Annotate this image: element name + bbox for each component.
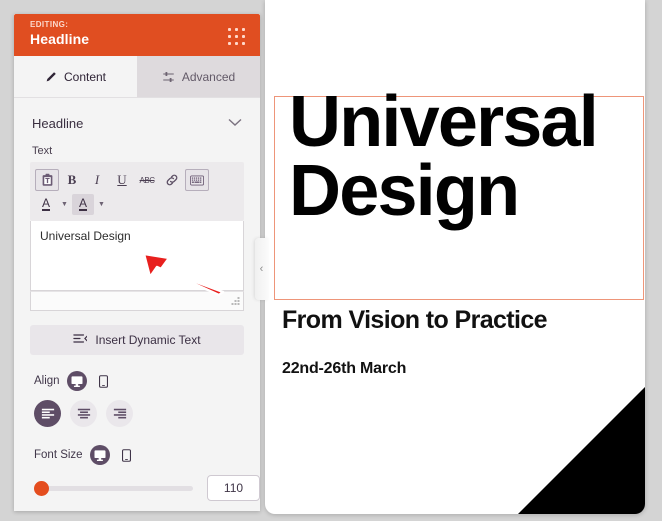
mobile-icon[interactable] bbox=[117, 445, 137, 465]
highlight-color-icon[interactable]: A bbox=[72, 193, 94, 215]
align-options bbox=[14, 391, 260, 427]
canvas-subheadline-text[interactable]: From Vision to Practice bbox=[282, 306, 548, 335]
headline-section-header[interactable]: Headline bbox=[14, 98, 260, 132]
canvas-headline-text[interactable]: Universal Design bbox=[289, 86, 599, 227]
highlight-color-dropdown-icon[interactable]: ▼ bbox=[95, 193, 108, 215]
rich-text-toolbar: B I U ABC A ▼ A ▼ bbox=[30, 162, 244, 221]
font-size-slider-row bbox=[14, 465, 260, 501]
design-canvas[interactable]: Universal Design From Vision to Practice… bbox=[265, 0, 645, 514]
align-control-header: Align bbox=[14, 355, 260, 391]
panel-header: EDITING: Headline bbox=[14, 14, 260, 56]
font-size-label: Font Size bbox=[34, 449, 83, 461]
canvas-dateline-text[interactable]: 22nd-26th March bbox=[282, 360, 406, 378]
grid-dots-icon[interactable] bbox=[228, 28, 246, 46]
underline-icon[interactable]: U bbox=[110, 169, 134, 191]
align-left-icon[interactable] bbox=[34, 400, 61, 427]
editing-element-name: Headline bbox=[30, 31, 90, 47]
panel-tabs: Content Advanced bbox=[14, 56, 260, 98]
desktop-icon[interactable] bbox=[89, 445, 110, 465]
annotation-arrow bbox=[142, 252, 225, 297]
tab-advanced[interactable]: Advanced bbox=[137, 56, 260, 97]
align-center-icon[interactable] bbox=[70, 400, 97, 427]
dynamic-text-icon bbox=[73, 333, 88, 347]
sliders-icon bbox=[162, 71, 175, 83]
link-icon[interactable] bbox=[160, 169, 184, 191]
keyboard-icon[interactable] bbox=[185, 169, 209, 191]
editing-label: EDITING: bbox=[30, 20, 69, 29]
italic-icon[interactable]: I bbox=[85, 169, 109, 191]
pencil-icon bbox=[45, 71, 57, 83]
font-color-letter: A bbox=[41, 196, 50, 211]
chevron-down-icon[interactable] bbox=[228, 114, 242, 132]
tab-advanced-label: Advanced bbox=[181, 69, 236, 84]
text-field-label: Text bbox=[32, 145, 53, 157]
chevron-left-icon: ‹ bbox=[259, 263, 264, 275]
strikethrough-icon[interactable]: ABC bbox=[135, 169, 159, 191]
toolbar-row-format: B I U ABC bbox=[35, 168, 239, 192]
tab-content-label: Content bbox=[63, 69, 107, 84]
resize-grip-icon[interactable] bbox=[230, 297, 240, 307]
font-color-dropdown-icon[interactable]: ▼ bbox=[58, 193, 71, 215]
toolbar-row-color: A ▼ A ▼ bbox=[35, 192, 239, 216]
align-label: Align bbox=[34, 375, 60, 387]
black-triangle-shape bbox=[518, 387, 645, 514]
app-window: Universal Design From Vision to Practice… bbox=[0, 0, 662, 521]
paste-icon[interactable] bbox=[35, 169, 59, 191]
panel-collapse-handle[interactable]: ‹ bbox=[255, 238, 268, 300]
font-color-icon[interactable]: A bbox=[35, 194, 57, 215]
font-size-control-header: Font Size bbox=[14, 427, 260, 465]
section-title: Headline bbox=[32, 115, 84, 131]
bold-icon[interactable]: B bbox=[60, 169, 84, 191]
insert-dynamic-text-label: Insert Dynamic Text bbox=[95, 333, 201, 347]
slider-thumb[interactable] bbox=[34, 480, 49, 496]
tab-content[interactable]: Content bbox=[14, 56, 137, 97]
font-size-input[interactable] bbox=[207, 475, 260, 501]
desktop-icon[interactable] bbox=[66, 371, 87, 391]
highlight-color-letter: A bbox=[78, 196, 87, 211]
align-right-icon[interactable] bbox=[106, 400, 133, 427]
headline-element-selected[interactable]: Universal Design bbox=[274, 86, 644, 300]
font-size-slider[interactable] bbox=[34, 480, 193, 496]
mobile-icon[interactable] bbox=[94, 371, 114, 391]
insert-dynamic-text-button[interactable]: Insert Dynamic Text bbox=[30, 325, 244, 355]
